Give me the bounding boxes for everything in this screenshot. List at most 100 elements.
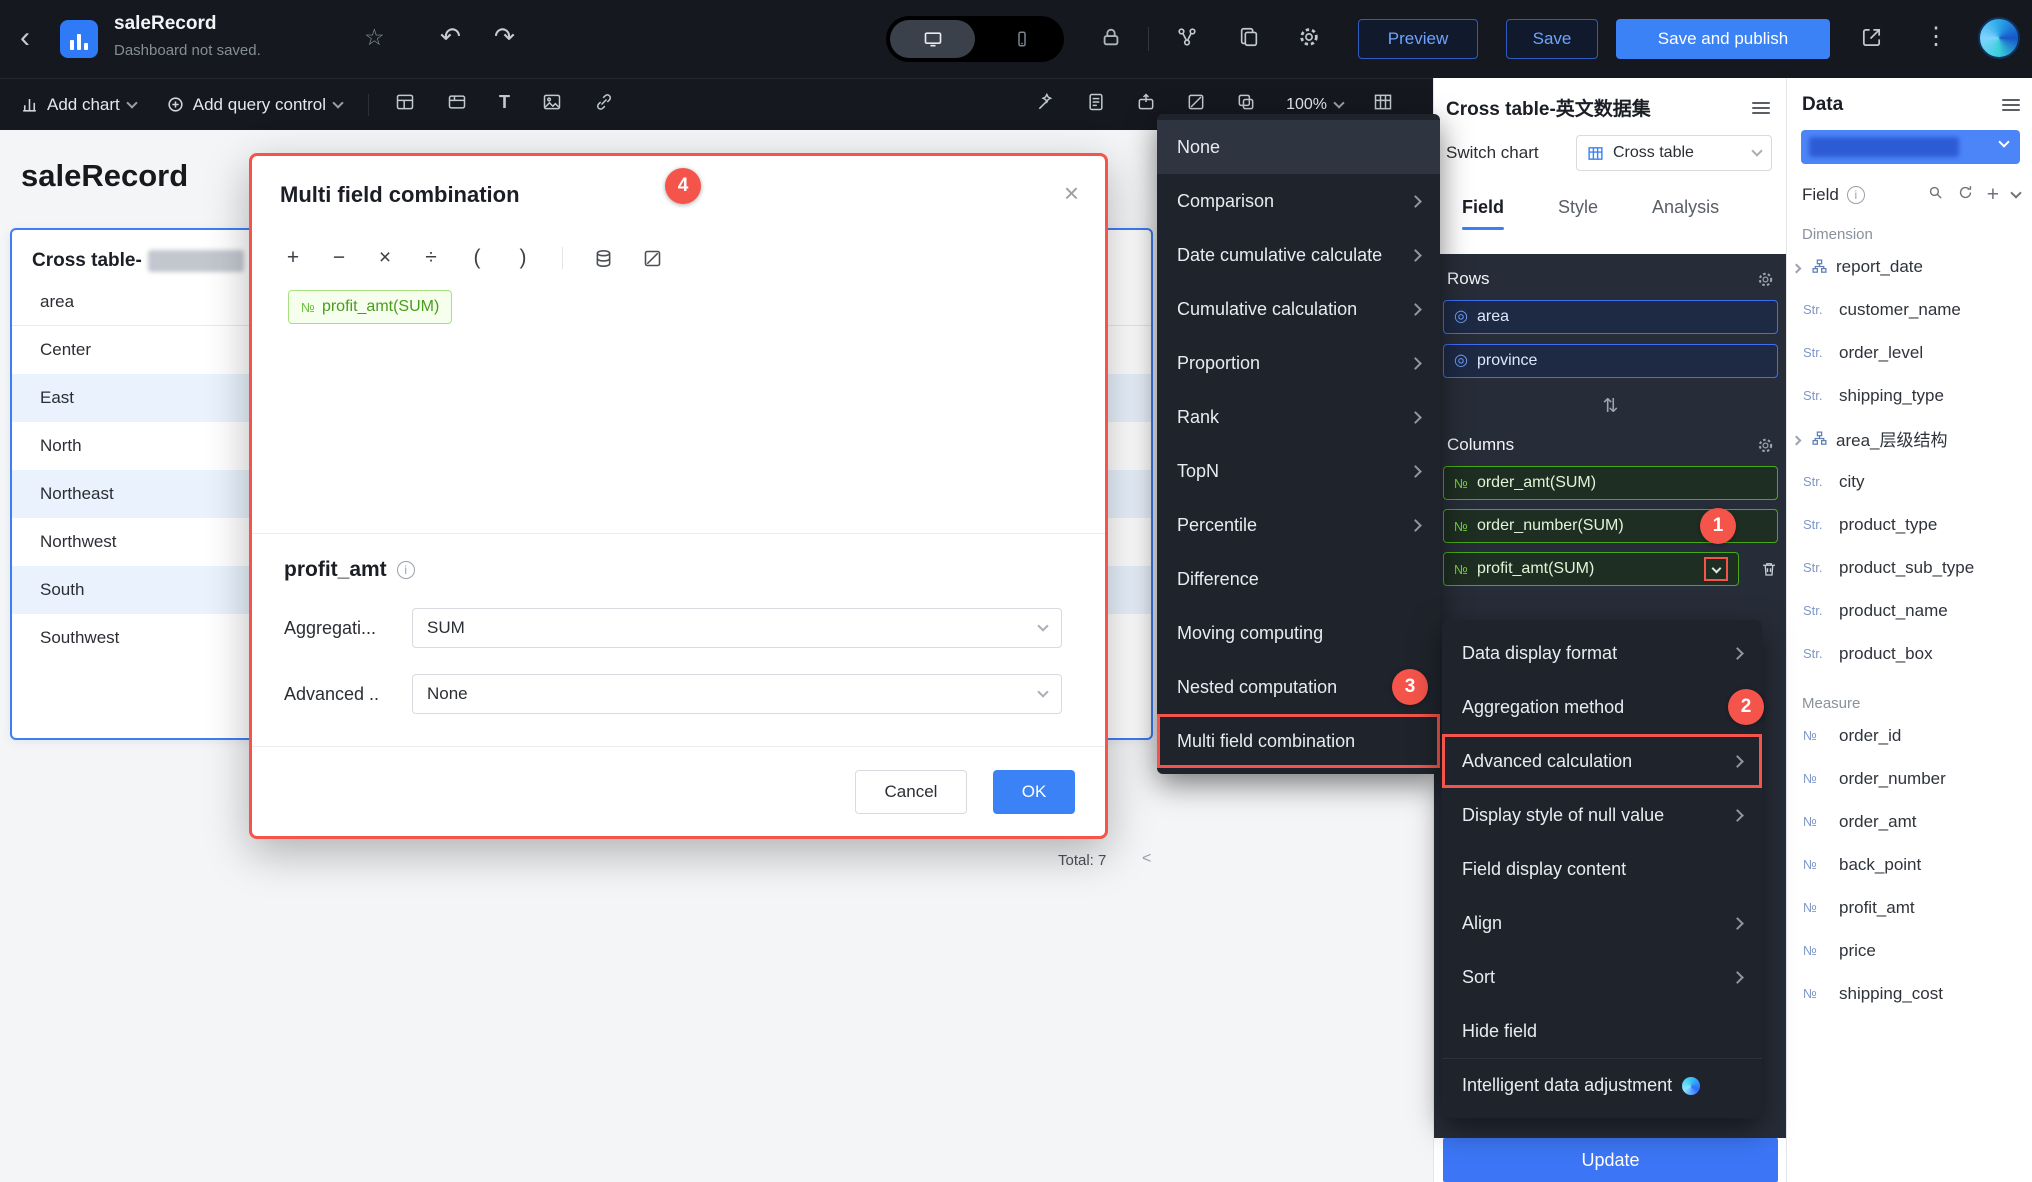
dimension-item-shipping-type[interactable]: Str.shipping_type [1787, 374, 2032, 417]
menu-item-intelligent-data-adjustment[interactable]: Intelligent data adjustment [1442, 1058, 1762, 1112]
pager-prev-icon[interactable]: < [1142, 850, 1151, 868]
chart-type-select[interactable]: Cross table [1576, 135, 1772, 171]
formula-editor-area[interactable]: № profit_amt(SUM) [252, 286, 1105, 534]
tab-style[interactable]: Style [1558, 197, 1598, 230]
menu-item-display-style-of-null-value[interactable]: Display style of null value [1442, 788, 1762, 842]
swap-rows-columns-icon[interactable]: ⇅ [1443, 388, 1778, 424]
close-paren-button[interactable]: ) [514, 246, 532, 270]
menu-item-difference[interactable]: Difference [1157, 552, 1440, 606]
menu-item-advanced-calculation[interactable]: Advanced calculation [1442, 734, 1762, 788]
delete-field-trash-icon[interactable] [1760, 560, 1778, 578]
measure-item-profit-amt[interactable]: №profit_amt [1787, 886, 2032, 929]
mobile-view-toggle[interactable] [979, 20, 1064, 58]
layout-widget-icon[interactable] [395, 92, 415, 117]
save-and-publish-button[interactable]: Save and publish [1616, 19, 1830, 59]
text-widget-icon[interactable]: T [499, 92, 510, 117]
columns-settings-gear-icon[interactable] [1757, 437, 1774, 454]
dimension-item-product-type[interactable]: Str.product_type [1787, 503, 2032, 546]
refresh-icon[interactable] [1957, 184, 1974, 206]
menu-item-field-display-content[interactable]: Field display content [1442, 842, 1762, 896]
clear-formula-icon[interactable] [642, 248, 663, 269]
undo-icon[interactable]: ↶ [440, 22, 461, 52]
minus-operator-button[interactable]: − [330, 246, 348, 270]
row-field-tag-area[interactable]: ◎ area [1443, 300, 1778, 334]
user-avatar[interactable] [1978, 17, 2020, 59]
cancel-button[interactable]: Cancel [855, 770, 967, 814]
search-icon[interactable] [1927, 184, 1944, 206]
dimension-item-product-box[interactable]: Str.product_box [1787, 632, 2032, 675]
add-query-control-button[interactable]: Add query control [166, 95, 342, 115]
menu-item-aggregation-method[interactable]: Aggregation method 2 [1442, 680, 1762, 734]
tab-analysis[interactable]: Analysis [1652, 197, 1719, 230]
dimension-item-area-hierarchy[interactable]: area_层级结构 [1787, 417, 2032, 460]
dimension-item-customer-name[interactable]: Str.customer_name [1787, 288, 2032, 331]
menu-item-data-display-format[interactable]: Data display format [1442, 626, 1762, 680]
more-menu-icon[interactable]: ⋮ [1924, 22, 1948, 51]
menu-item-topn[interactable]: TopN [1157, 444, 1440, 498]
expander-icon[interactable] [1793, 429, 1803, 449]
measure-item-order-id[interactable]: №order_id [1787, 714, 2032, 757]
components-icon[interactable] [1176, 26, 1198, 53]
measure-item-price[interactable]: №price [1787, 929, 2032, 972]
measure-item-shipping-cost[interactable]: №shipping_cost [1787, 972, 2032, 1015]
menu-item-proportion[interactable]: Proportion [1157, 336, 1440, 390]
dataset-select[interactable] [1801, 130, 2020, 164]
preview-button[interactable]: Preview [1358, 19, 1478, 59]
close-icon[interactable]: × [1064, 180, 1079, 206]
menu-item-moving-computing[interactable]: Moving computing [1157, 606, 1440, 660]
plus-operator-button[interactable]: + [284, 246, 302, 270]
measure-item-order-number[interactable]: №order_number [1787, 757, 2032, 800]
link-widget-icon[interactable] [594, 92, 614, 117]
menu-item-multi-field-combination[interactable]: Multi field combination [1157, 714, 1440, 768]
measure-item-back-point[interactable]: №back_point [1787, 843, 2032, 886]
menu-item-date-cumulative-calculate[interactable]: Date cumulative calculate [1157, 228, 1440, 282]
add-chart-button[interactable]: Add chart [20, 95, 136, 115]
desktop-view-toggle[interactable] [890, 20, 975, 58]
collapse-fields-icon[interactable] [2010, 187, 2021, 198]
tab-field[interactable]: Field [1462, 197, 1504, 230]
field-database-icon[interactable] [593, 248, 614, 269]
collapse-panel-icon[interactable] [1752, 99, 1770, 117]
outline-doc-icon[interactable] [1086, 92, 1106, 117]
menu-item-none[interactable]: None [1157, 120, 1440, 174]
dimension-item-product-sub-type[interactable]: Str.product_sub_type [1787, 546, 2032, 589]
divide-operator-button[interactable]: ÷ [422, 246, 440, 270]
menu-item-nested-computation[interactable]: Nested computation 3 [1157, 660, 1440, 714]
share-export-icon[interactable] [1860, 26, 1883, 54]
back-button[interactable]: ‹ [20, 20, 30, 56]
settings-gear-icon[interactable] [1298, 26, 1320, 53]
aggregation-select[interactable]: SUM [412, 608, 1062, 648]
column-field-tag-profit-amt[interactable]: № profit_amt(SUM) [1443, 552, 1739, 586]
multiply-operator-button[interactable]: × [376, 246, 394, 270]
expander-icon[interactable] [1793, 257, 1803, 277]
row-field-tag-province[interactable]: ◎ province [1443, 344, 1778, 378]
copy-page-icon[interactable] [1238, 26, 1260, 53]
menu-item-sort[interactable]: Sort [1442, 950, 1762, 1004]
menu-item-percentile[interactable]: Percentile [1157, 498, 1440, 552]
menu-item-hide-field[interactable]: Hide field [1442, 1004, 1762, 1058]
save-button[interactable]: Save [1506, 19, 1598, 59]
dimension-item-product-name[interactable]: Str.product_name [1787, 589, 2032, 632]
menu-item-rank[interactable]: Rank [1157, 390, 1440, 444]
menu-item-cumulative-calculation[interactable]: Cumulative calculation [1157, 282, 1440, 336]
menu-item-align[interactable]: Align [1442, 896, 1762, 950]
update-button[interactable]: Update [1443, 1138, 1778, 1182]
advanced-select[interactable]: None [412, 674, 1062, 714]
image-widget-icon[interactable] [542, 92, 562, 117]
rows-settings-gear-icon[interactable] [1757, 271, 1774, 288]
measure-item-order-amt[interactable]: №order_amt [1787, 800, 2032, 843]
ok-button[interactable]: OK [993, 770, 1075, 814]
field-dropdown-caret[interactable] [1704, 557, 1728, 581]
open-paren-button[interactable]: ( [468, 246, 486, 270]
export-box-icon[interactable] [1136, 92, 1156, 117]
lock-icon[interactable] [1100, 26, 1122, 53]
favorite-star-icon[interactable]: ☆ [364, 24, 385, 51]
menu-item-comparison[interactable]: Comparison [1157, 174, 1440, 228]
dimension-item-report-date[interactable]: report_date [1787, 245, 2032, 288]
column-field-tag-order-amt[interactable]: № order_amt(SUM) [1443, 466, 1778, 500]
zoom-select[interactable]: 100% [1286, 96, 1343, 114]
formula-field-tag[interactable]: № profit_amt(SUM) [288, 290, 452, 324]
redo-icon[interactable]: ↷ [494, 22, 515, 52]
dimension-item-city[interactable]: Str.city [1787, 460, 2032, 503]
tab-widget-icon[interactable] [447, 92, 467, 117]
